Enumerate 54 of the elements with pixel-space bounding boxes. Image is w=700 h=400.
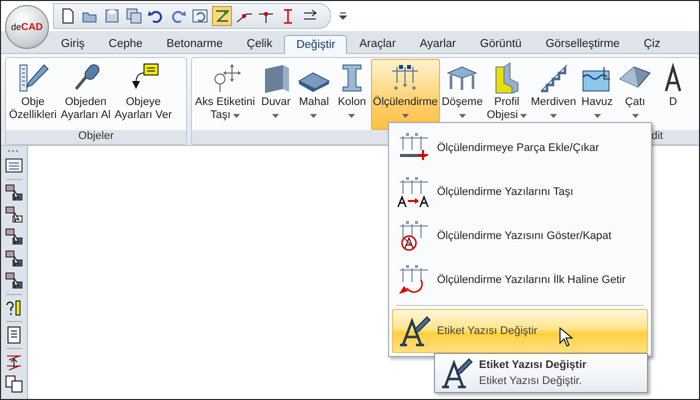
ribbon-button[interactable]: D [654, 59, 692, 130]
select-objects-icon[interactable] [5, 228, 23, 246]
ribbon-tab[interactable]: Betonarme [154, 34, 235, 53]
toolbar-icon [192, 8, 208, 24]
customize-dropdown-icon[interactable] [339, 12, 347, 20]
menu-item[interactable]: Etiket Yazısı Değiştir [392, 309, 648, 353]
ribbon-button[interactable]: Kolon [332, 59, 371, 130]
menu-item[interactable]: Ölçülendirme Yazılarını İlk Haline Getir [392, 258, 648, 302]
dimension-icon [397, 220, 431, 252]
select-objects-icon[interactable] [5, 272, 23, 290]
document-icon[interactable] [5, 326, 23, 344]
ribbon-tab[interactable]: Araçlar [347, 34, 408, 53]
toolbar-icon [60, 8, 76, 24]
ribbon-tab[interactable]: Değiştir [284, 35, 348, 54]
ribbon-tab[interactable]: Çelik [234, 34, 284, 53]
ribbon-button[interactable]: Obje Özellikleri [7, 59, 59, 130]
ribbon-button[interactable]: Objeden Ayarları Al [58, 59, 113, 130]
list-icon[interactable] [5, 157, 23, 175]
toolbar-icon [126, 8, 142, 24]
group-label: dit [651, 130, 663, 142]
menu-item[interactable]: Ölçülendirme Yazısını Göster/Kapat [392, 214, 648, 258]
ribbon-tab[interactable]: Cephe [96, 34, 155, 53]
ribbon-button[interactable]: Duvar [256, 59, 295, 130]
letter-pen-icon [397, 315, 431, 347]
tooltip-description: Etiket Yazısı Değiştir. [479, 375, 583, 387]
mouse-cursor-icon [559, 327, 573, 347]
ribbon-tab[interactable]: Görselleştirme [534, 34, 632, 53]
toolbar-icon [104, 8, 120, 24]
group-label: Objeler [78, 130, 114, 142]
letter-pen-icon [439, 356, 473, 390]
ribbon-tab[interactable]: Ayarlar [408, 34, 468, 53]
ribbon-button[interactable]: Mahal [294, 59, 333, 130]
ribbon-button[interactable]: Objeye Ayarları Ver [112, 59, 174, 130]
toolbar-icon [214, 8, 230, 24]
ribbon-button[interactable]: Aks Etiketini Taşı [193, 59, 257, 130]
ribbon-tab[interactable]: Çiz [632, 34, 672, 53]
menu-item[interactable]: Ölçülendirme Yazılarını Taşı [392, 170, 648, 214]
tooltip-title: Etiket Yazısı Değiştir [479, 359, 586, 371]
select-objects-icon[interactable] [5, 184, 23, 202]
toolbar-icon [170, 8, 186, 24]
dimension-icon [397, 264, 431, 296]
dimension-icon [397, 176, 431, 208]
layer-lift-icon[interactable] [5, 353, 23, 371]
copy-icon[interactable] [5, 375, 23, 393]
toolbar-icon [148, 8, 164, 24]
question-ruler-icon[interactable] [5, 299, 23, 317]
ribbon-tab[interactable]: Görüntü [468, 34, 534, 53]
logo-prefix: de [11, 22, 22, 32]
logo-name: CAD [21, 22, 43, 32]
ribbon-button[interactable]: Ölçülendirme [370, 59, 440, 130]
grip-icon [8, 150, 20, 153]
select-objects-icon[interactable] [5, 250, 23, 268]
select-objects-icon[interactable] [5, 206, 23, 224]
ribbon-tab[interactable]: Giriş [49, 34, 97, 53]
